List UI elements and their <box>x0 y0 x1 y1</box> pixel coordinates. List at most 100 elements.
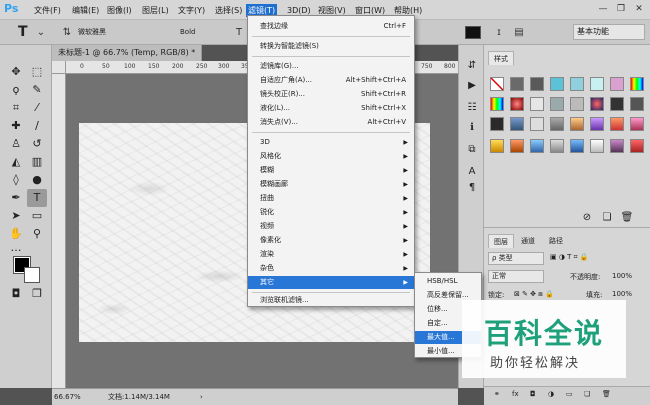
pen-tool-icon[interactable]: ✒ <box>6 189 26 207</box>
style-swatch[interactable] <box>630 97 644 111</box>
type-tool-icon[interactable]: T <box>27 189 47 207</box>
style-swatch[interactable] <box>630 117 644 131</box>
brush-tool-icon[interactable]: ∕ <box>27 117 47 135</box>
menu-select[interactable]: 选择(S) <box>213 4 244 17</box>
workspace-select[interactable]: 基本功能 <box>573 24 645 40</box>
more-tools-icon[interactable]: … <box>6 239 26 257</box>
character-panel-icon[interactable]: ▤ <box>512 26 526 40</box>
paragraph-panel-icon[interactable]: ¶ <box>465 181 479 195</box>
clone-source-icon[interactable]: ⧉ <box>465 143 479 157</box>
menu-item-blur[interactable]: 模糊 ▶ <box>248 164 414 177</box>
fx-icon[interactable]: fx <box>512 390 519 398</box>
style-swatch[interactable] <box>530 117 544 131</box>
style-swatch[interactable] <box>530 77 544 91</box>
style-swatch[interactable] <box>590 77 604 91</box>
path-select-tool-icon[interactable]: ➤ <box>6 207 26 225</box>
style-swatch[interactable] <box>550 97 564 111</box>
eyedropper-tool-icon[interactable]: ⁄ <box>27 99 47 117</box>
style-swatch[interactable] <box>550 139 564 153</box>
status-menu-arrow-icon[interactable]: › <box>200 389 203 405</box>
menu-item-browse-online-filters[interactable]: 浏览联机滤镜... <box>248 294 414 307</box>
type-tool-icon[interactable]: T <box>18 24 28 40</box>
menu-item-render[interactable]: 渲染 ▶ <box>248 248 414 261</box>
new-layer-icon[interactable]: ❏ <box>584 390 590 398</box>
menu-item-blur-gallery[interactable]: 模糊画廊 ▶ <box>248 178 414 191</box>
document-tab[interactable]: 未标题-1 @ 66.7% (Temp, RGB/8) * ✕ <box>52 45 202 73</box>
menu-item-noise[interactable]: 杂色 ▶ <box>248 262 414 275</box>
style-swatch[interactable] <box>570 97 584 111</box>
style-swatch[interactable] <box>490 139 504 153</box>
clone-stamp-tool-icon[interactable]: ♙ <box>6 135 26 153</box>
tab-channels[interactable]: 通道 <box>516 234 540 248</box>
history-brush-tool-icon[interactable]: ↺ <box>27 135 47 153</box>
style-swatch[interactable] <box>610 97 624 111</box>
style-swatch[interactable] <box>610 77 624 91</box>
style-swatch[interactable] <box>490 117 504 131</box>
minimize-button[interactable]: — <box>596 2 610 16</box>
screen-mode-icon[interactable]: ❐ <box>27 285 47 303</box>
font-family-select[interactable]: 微软雅黑 <box>78 26 148 39</box>
menu-layer[interactable]: 图层(L) <box>140 4 171 17</box>
add-mask-icon[interactable]: ◘ <box>530 390 536 398</box>
style-swatch[interactable] <box>590 139 604 153</box>
layer-filter-icons[interactable]: ▣ ◑ T ⌗ 🔒 <box>550 253 589 262</box>
menu-item-liquify[interactable]: 液化(L)... Shift+Ctrl+X <box>248 102 414 115</box>
style-swatch[interactable] <box>610 139 624 153</box>
menu-item-other[interactable]: 其它 ▶ <box>248 276 414 289</box>
menu-item-stylize[interactable]: 风格化 ▶ <box>248 150 414 163</box>
blur-tool-icon[interactable]: ◊ <box>6 171 26 189</box>
style-swatch[interactable] <box>550 117 564 131</box>
tab-styles[interactable]: 样式 <box>488 51 514 65</box>
menu-item-3d[interactable]: 3D ▶ <box>248 136 414 149</box>
submenu-item-hsb-hsl[interactable]: HSB/HSL <box>415 275 481 288</box>
style-swatch[interactable] <box>610 117 624 131</box>
rectangle-tool-icon[interactable]: ▭ <box>27 207 47 225</box>
text-color-swatch[interactable] <box>465 26 481 39</box>
quick-select-tool-icon[interactable]: ✎ <box>27 81 47 99</box>
tab-paths[interactable]: 路径 <box>544 234 568 248</box>
restore-button[interactable]: ❐ <box>614 2 628 16</box>
properties-panel-icon[interactable]: ☷ <box>465 101 479 115</box>
style-swatch[interactable] <box>510 97 524 111</box>
style-swatch[interactable] <box>570 139 584 153</box>
style-swatch-none[interactable] <box>490 77 504 91</box>
style-swatch[interactable] <box>630 139 644 153</box>
menu-item-pixelate[interactable]: 像素化 ▶ <box>248 234 414 247</box>
marquee-tool-icon[interactable]: ⬚ <box>27 63 47 81</box>
history-panel-icon[interactable]: ⇵ <box>465 59 479 73</box>
opacity-value[interactable]: 100% <box>612 272 632 280</box>
zoom-tool-icon[interactable]: ⚲ <box>27 225 47 243</box>
delete-style-icon[interactable]: 🗑 <box>620 211 634 225</box>
menu-item-adaptive-wide-angle[interactable]: 自适应广角(A)... Alt+Shift+Ctrl+A <box>248 74 414 87</box>
actions-panel-icon[interactable]: ▶ <box>465 79 479 93</box>
character-panel-icon[interactable]: A <box>465 165 479 179</box>
menu-edit[interactable]: 编辑(E) <box>70 4 101 17</box>
warp-text-icon[interactable]: ɪ <box>492 26 506 40</box>
gradient-tool-icon[interactable]: ▥ <box>27 153 47 171</box>
dodge-tool-icon[interactable]: ● <box>27 171 47 189</box>
move-tool-icon[interactable]: ✥ <box>6 63 26 81</box>
style-swatch[interactable] <box>590 117 604 131</box>
style-swatch[interactable] <box>510 139 524 153</box>
eraser-tool-icon[interactable]: ◭ <box>6 153 26 171</box>
menu-item-sharpen[interactable]: 锐化 ▶ <box>248 206 414 219</box>
delete-layer-icon[interactable]: 🗑 <box>602 390 611 398</box>
healing-brush-tool-icon[interactable]: ✚ <box>6 117 26 135</box>
group-icon[interactable]: ▭ <box>566 390 573 398</box>
menu-image[interactable]: 图像(I) <box>105 4 134 17</box>
menu-item-convert-smart-filter[interactable]: 转换为智能滤镜(S) <box>248 40 414 53</box>
tab-layers[interactable]: 图层 <box>488 234 514 248</box>
text-orientation-icon[interactable]: ⇅ <box>60 26 74 40</box>
menu-item-video[interactable]: 视频 ▶ <box>248 220 414 233</box>
adjustment-layer-icon[interactable]: ◑ <box>548 390 554 398</box>
zoom-level[interactable]: 66.67% <box>54 389 81 405</box>
fill-value[interactable]: 100% <box>612 290 632 298</box>
menu-item-find-edges[interactable]: 查找边缘 Ctrl+F <box>248 20 414 33</box>
lock-icons[interactable]: ⊠ ✎ ✥ ⧈ 🔒 <box>514 290 554 299</box>
style-swatch[interactable] <box>630 77 644 91</box>
menu-item-vanishing-point[interactable]: 消失点(V)... Alt+Ctrl+V <box>248 116 414 129</box>
font-style-select[interactable]: Bold <box>180 26 220 39</box>
chevron-down-icon[interactable]: ⌄ <box>34 26 48 40</box>
style-swatch[interactable] <box>570 77 584 91</box>
background-color-swatch[interactable] <box>24 267 40 283</box>
